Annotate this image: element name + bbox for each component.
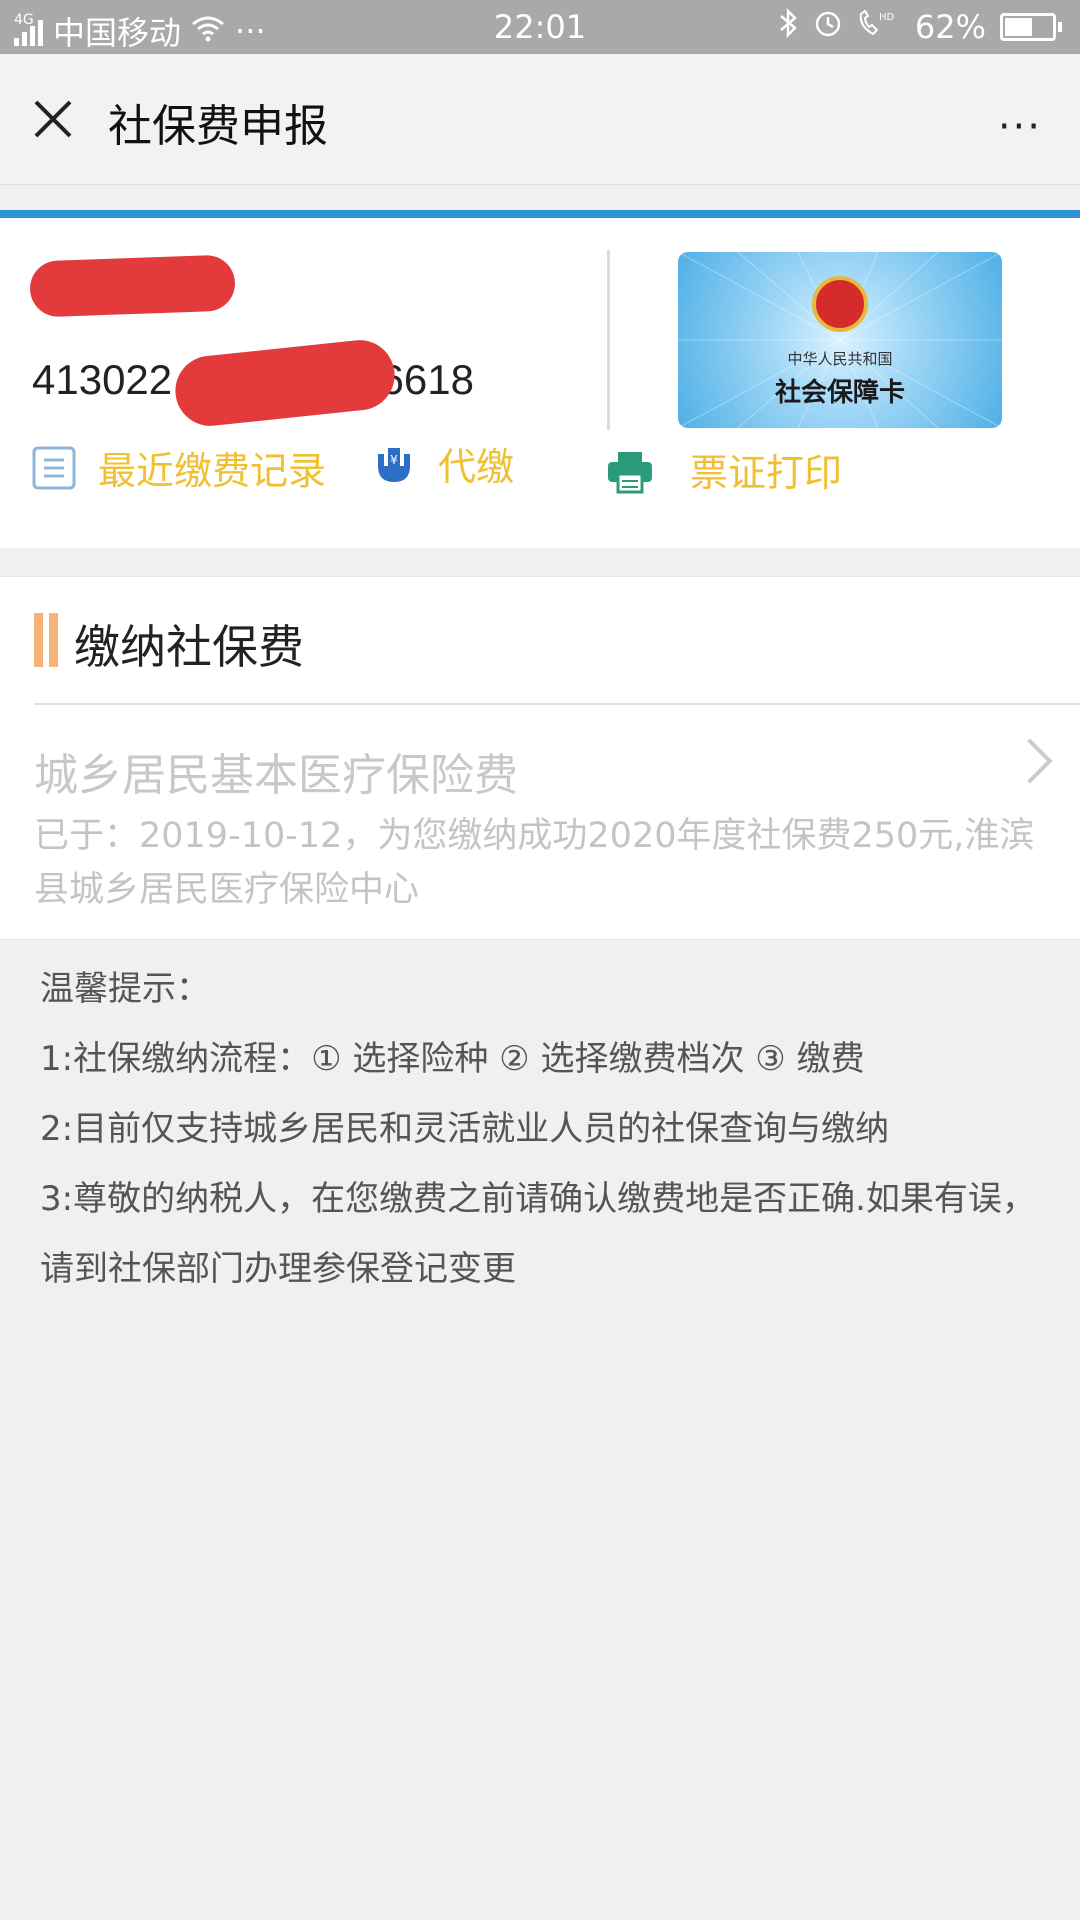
- card-name-text: 社会保障卡: [774, 378, 905, 408]
- nav-bar: 社保费申报 ···: [0, 54, 1080, 185]
- yuan-hand-icon: ¥: [372, 442, 416, 486]
- section-marker: [34, 613, 58, 667]
- section-divider: [34, 703, 1080, 705]
- recent-payments-link[interactable]: 最近缴费记录: [32, 440, 326, 495]
- section-title: 缴纳社保费: [74, 620, 304, 674]
- chevron-right-icon: [1007, 738, 1053, 784]
- svg-text:¥: ¥: [390, 453, 398, 467]
- tip-line: 2:目前仅支持城乡居民和灵活就业人员的社保查询与缴纳: [40, 1109, 890, 1149]
- tip-line: 1:社保缴纳流程：① 选择险种 ② 选择缴费档次 ③ 缴费: [40, 1039, 865, 1079]
- quick-actions: 最近缴费记录 ¥ 代缴 票证打印: [0, 440, 1080, 510]
- id-redaction: [171, 336, 399, 430]
- national-emblem-icon: [812, 276, 868, 332]
- status-right: HD 62%: [777, 7, 1062, 46]
- battery-percent: 62%: [914, 8, 986, 46]
- insurance-item-title: 城乡居民基本医疗保险费: [34, 750, 518, 801]
- bluetooth-icon: [777, 7, 799, 46]
- tips-block: 温馨提示： 1:社保缴纳流程：① 选择险种 ② 选择缴费档次 ③ 缴费 2:目前…: [40, 954, 1050, 1304]
- list-icon: [32, 446, 76, 490]
- accent-bar: [0, 210, 1080, 218]
- more-menu-button[interactable]: ···: [998, 104, 1042, 150]
- proxy-pay-label: 代缴: [438, 445, 515, 489]
- hd-call-icon: HD: [857, 8, 901, 46]
- card-country-text: 中华人民共和国: [787, 350, 893, 368]
- svg-text:HD: HD: [879, 12, 895, 23]
- page-title: 社保费申报: [108, 101, 328, 152]
- alarm-icon: [813, 8, 843, 46]
- status-bar: 4G 中国移动 ··· 22:01 HD 62%: [0, 0, 1080, 54]
- printer-icon: [606, 448, 652, 493]
- tips-heading: 温馨提示：: [40, 969, 210, 1009]
- tip-line: 3:尊敬的纳税人，在您缴费之前请确认缴费地是否正确.如果有误，请到社保部门办理参…: [40, 1179, 1036, 1289]
- battery-icon: [1000, 13, 1062, 41]
- name-redaction: [29, 254, 236, 318]
- receipt-print-label: 票证打印: [690, 451, 843, 495]
- receipt-print-link[interactable]: 票证打印: [606, 442, 842, 497]
- proxy-pay-link[interactable]: ¥ 代缴: [372, 436, 514, 491]
- insurance-item-description: 已于：2019-10-12，为您缴纳成功2020年度社保费250元,淮滨县城乡居…: [34, 816, 1035, 910]
- close-icon[interactable]: [30, 96, 76, 142]
- recent-payments-label: 最近缴费记录: [98, 449, 327, 493]
- vertical-divider: [607, 250, 610, 430]
- user-card-panel: 413022 56618 中华人民共和国 社会保障卡 最近缴费记录 ¥ 代缴 票…: [0, 218, 1080, 548]
- social-security-card-image: 中华人民共和国 社会保障卡: [678, 252, 1002, 428]
- pay-section: 缴纳社保费 城乡居民基本医疗保险费 已于：2019-10-12，为您缴纳成功20…: [0, 576, 1080, 940]
- id-prefix: 413022: [32, 356, 173, 403]
